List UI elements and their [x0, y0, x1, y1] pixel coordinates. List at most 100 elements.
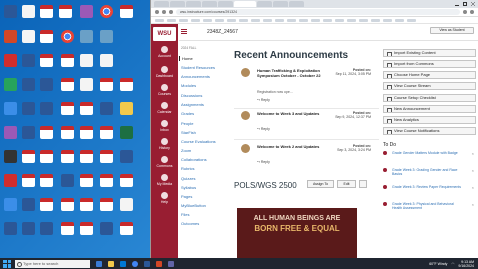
pdf-icon[interactable] [100, 78, 113, 91]
import-existing-content-button[interactable]: Import Existing Content [383, 49, 476, 57]
pdf-icon[interactable] [40, 150, 53, 163]
document-icon[interactable] [22, 222, 35, 235]
document-icon[interactable] [100, 102, 113, 115]
bookmark[interactable] [203, 18, 212, 22]
pdf-icon[interactable] [120, 222, 133, 235]
bookmark[interactable] [347, 18, 356, 22]
course-nav-announcements[interactable]: Announcements [181, 74, 219, 79]
pdf-icon[interactable] [40, 54, 53, 67]
pdf-icon[interactable] [61, 126, 74, 139]
assign-to-button[interactable]: Assign To [307, 180, 334, 188]
edge-icon[interactable] [120, 260, 126, 267]
hamburger-icon[interactable] [181, 29, 187, 34]
photo-icon[interactable] [100, 30, 113, 43]
pdf-icon[interactable] [59, 5, 72, 18]
pdf-icon[interactable] [40, 30, 53, 43]
course-nav-collaborations[interactable]: Collaborations [181, 157, 219, 162]
bookmark[interactable] [215, 18, 224, 22]
bookmark[interactable] [359, 18, 368, 22]
bookmark[interactable] [191, 18, 200, 22]
pdf-icon[interactable] [40, 198, 53, 211]
bookmark[interactable] [371, 18, 380, 22]
back-icon[interactable] [155, 10, 159, 14]
pdf-icon[interactable] [120, 5, 133, 18]
windows-start-icon[interactable] [3, 259, 11, 268]
chrome-icon[interactable] [132, 260, 138, 267]
announcement-item[interactable]: Human Trafficking & Exploitation Symposi… [241, 68, 371, 106]
document-icon[interactable] [80, 78, 93, 91]
pdf-icon[interactable] [100, 198, 113, 211]
course-nav-quizzes[interactable]: Quizzes [181, 176, 219, 181]
course-nav-student-resources[interactable]: Student Resources [181, 65, 219, 70]
document-icon[interactable] [61, 174, 74, 187]
pdf-icon[interactable] [100, 150, 113, 163]
app-icon[interactable] [4, 78, 17, 91]
nav-help[interactable]: Help [151, 192, 178, 204]
document-icon[interactable] [22, 102, 35, 115]
pdf-icon[interactable] [22, 174, 35, 187]
import-from-commons-button[interactable]: Import from Commons [383, 60, 476, 68]
todo-item[interactable]: Grade Gender Matters Module with Badge × [383, 151, 476, 164]
todo-item[interactable]: Grade Week 3: Physical and Behavioral He… [383, 202, 476, 218]
pdf-icon[interactable] [61, 222, 74, 235]
bookmark[interactable] [239, 18, 248, 22]
bookmark[interactable] [323, 18, 332, 22]
todo-item[interactable]: Grade Week 3: Grading Gender and Race Ba… [383, 168, 476, 181]
file-explorer-icon[interactable] [108, 260, 114, 267]
bookmark[interactable] [179, 18, 188, 22]
bookmark[interactable] [383, 18, 392, 22]
nav-account[interactable]: Account [151, 46, 178, 58]
browser-tab[interactable] [202, 1, 217, 7]
bookmark[interactable] [299, 18, 308, 22]
course-setup-checklist-button[interactable]: Course Setup Checklist [383, 94, 476, 102]
dismiss-icon[interactable]: × [472, 185, 474, 190]
chrome-icon[interactable] [61, 30, 74, 43]
course-nav-home[interactable]: Home [179, 56, 219, 61]
browser-tab[interactable] [218, 1, 233, 7]
bookmark[interactable] [311, 18, 320, 22]
document-icon[interactable] [4, 222, 17, 235]
edit-button[interactable]: Edit [337, 180, 356, 188]
minimize-icon[interactable] [455, 2, 459, 6]
pdf-icon[interactable] [100, 126, 113, 139]
url-input[interactable]: wsu.instructure.com/courses/291324 [176, 9, 460, 15]
excel-icon[interactable] [120, 126, 133, 139]
bookmark[interactable] [167, 18, 176, 22]
profile-icon[interactable] [470, 10, 474, 14]
pdf-icon[interactable] [61, 150, 74, 163]
folder-icon[interactable] [120, 102, 133, 115]
document-icon[interactable] [40, 222, 53, 235]
chrome-icon[interactable] [100, 5, 113, 18]
pdf-icon[interactable] [120, 78, 133, 91]
app-icon[interactable] [4, 102, 17, 115]
announcement-item[interactable]: Welcome to Week 3 and Updates Posted on:… [241, 111, 371, 137]
document-icon[interactable] [100, 54, 113, 67]
nav-history[interactable]: History [151, 138, 178, 150]
course-nav-starfish[interactable]: StarFish [181, 130, 219, 135]
pdf-icon[interactable] [80, 126, 93, 139]
bookmark[interactable] [275, 18, 284, 22]
pdf-icon[interactable] [80, 150, 93, 163]
pdf-icon[interactable] [80, 198, 93, 211]
maximize-icon[interactable] [463, 2, 467, 6]
bookmark[interactable] [407, 18, 416, 22]
app-icon[interactable] [4, 150, 17, 163]
view-course-stream-button[interactable]: View Course Stream [383, 82, 476, 90]
announcement-title[interactable]: Human Trafficking & Exploitation Symposi… [257, 68, 325, 78]
course-nav-assignments[interactable]: Assignments [181, 102, 219, 107]
app-icon[interactable] [4, 54, 17, 67]
document-icon[interactable] [40, 78, 53, 91]
browser-tab[interactable] [170, 1, 185, 7]
nav-my-media[interactable]: My Media [151, 174, 178, 186]
new-analytics-button[interactable]: New Analytics [383, 116, 476, 124]
announcement-title[interactable]: Welcome to Week 3 and Updates [257, 111, 325, 116]
app-icon[interactable] [80, 5, 93, 18]
new-announcement-button[interactable]: New Announcement [383, 105, 476, 113]
bookmark[interactable] [251, 18, 260, 22]
document-icon[interactable] [22, 126, 35, 139]
document-icon[interactable] [22, 54, 35, 67]
browser-tab-active[interactable] [234, 1, 256, 7]
pdf-icon[interactable] [40, 174, 53, 187]
browser-tab[interactable] [273, 1, 288, 7]
course-nav-modules[interactable]: Modules [181, 83, 219, 88]
